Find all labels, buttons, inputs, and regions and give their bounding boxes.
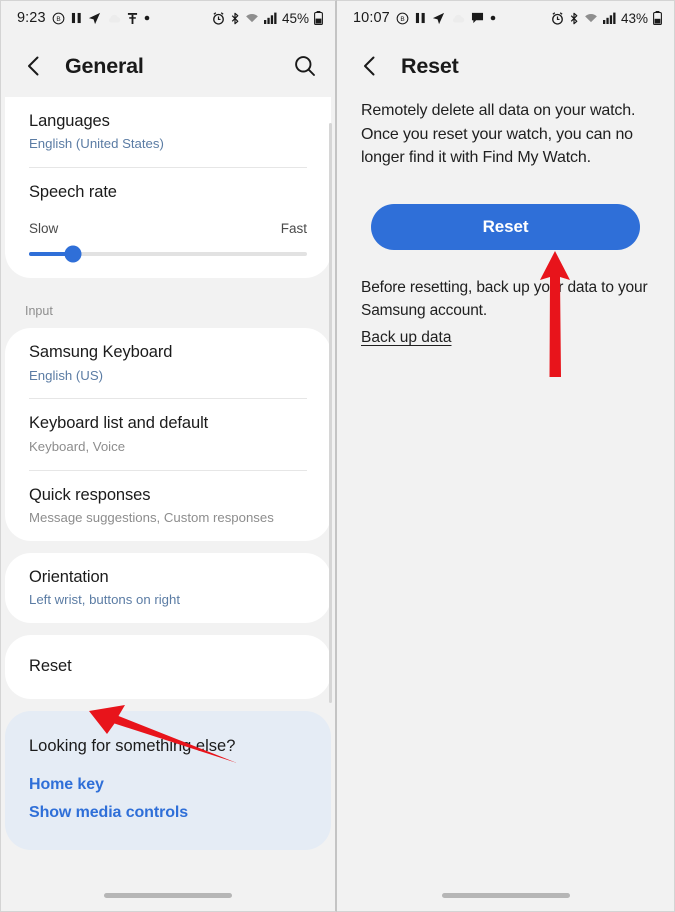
settings-scroll-area[interactable]: Languages English (United States) Speech… xyxy=(1,97,335,911)
message-icon xyxy=(471,12,484,24)
info-card-title: Looking for something else? xyxy=(29,736,236,755)
back-icon[interactable] xyxy=(357,53,383,79)
status-right-cluster: 45% xyxy=(212,11,323,26)
list-item-keyboard-list-and-default[interactable]: Keyboard list and default Keyboard, Voic… xyxy=(5,399,331,469)
dual-screenshot: 9:23 B 45% General Languages English (Un… xyxy=(0,0,675,912)
status-left-cluster: 9:23 B xyxy=(17,10,150,26)
battery-percent: 45% xyxy=(281,10,309,26)
slider-label-slow: Slow xyxy=(29,221,59,237)
list-item-title: Keyboard list and default xyxy=(29,414,209,433)
home-indicator xyxy=(441,893,570,898)
svg-text:B: B xyxy=(56,16,60,23)
back-up-data-link[interactable]: Back up data xyxy=(361,329,451,347)
list-item-title: Languages xyxy=(29,112,110,130)
list-item-title: Quick responses xyxy=(29,485,151,504)
navigation-icon xyxy=(432,12,445,25)
slider-thumb[interactable] xyxy=(64,245,82,263)
left-app-bar: General xyxy=(1,35,335,97)
link-home-key[interactable]: Home key xyxy=(29,776,307,794)
search-icon[interactable] xyxy=(293,54,317,78)
orientation-card: Orientation Left wrist, buttons on right xyxy=(5,552,331,623)
looking-for-something-else-card: Looking for something else? Home key Sho… xyxy=(5,710,331,850)
vertical-scrollbar[interactable] xyxy=(329,123,332,703)
list-item-reset[interactable]: Reset xyxy=(5,635,331,699)
reset-card: Reset xyxy=(5,634,331,699)
svg-text:B: B xyxy=(400,16,404,23)
list-item-title: Reset xyxy=(29,656,72,675)
left-phone-screen: 9:23 B 45% General Languages English (Un… xyxy=(0,0,337,912)
slider-end-labels: Slow Fast xyxy=(29,221,307,236)
status-right-cluster: 43% xyxy=(551,11,662,26)
battery-percent: 43% xyxy=(620,10,648,26)
back-icon[interactable] xyxy=(21,53,47,79)
page-title: General xyxy=(65,53,144,78)
bluetooth-icon xyxy=(230,12,240,25)
list-item-quick-responses[interactable]: Quick responses Message suggestions, Cus… xyxy=(5,471,331,541)
page-title: Reset xyxy=(401,53,459,78)
left-status-bar: 9:23 B 45% xyxy=(1,1,335,35)
list-item-title: Orientation xyxy=(29,567,109,586)
battery-icon xyxy=(653,11,662,25)
speech-rate-slider[interactable] xyxy=(29,245,307,263)
dnd-icon: B xyxy=(396,12,409,25)
speech-rate-slider-group: Slow Fast xyxy=(5,217,331,278)
section-header-input: Input xyxy=(25,304,53,319)
dot-icon xyxy=(490,15,496,21)
app-icon xyxy=(127,12,138,25)
list-item-samsung-keyboard[interactable]: Samsung Keyboard English (US) xyxy=(5,328,331,398)
alarm-icon xyxy=(212,11,225,25)
list-item-orientation[interactable]: Orientation Left wrist, buttons on right xyxy=(5,553,331,623)
list-item-subtitle: English (US) xyxy=(29,367,104,383)
list-item-speech-rate: Speech rate xyxy=(5,168,331,217)
reset-content: Remotely delete all data on your watch. … xyxy=(337,97,674,911)
link-show-media-controls[interactable]: Show media controls xyxy=(29,804,307,822)
signal-icon xyxy=(263,12,277,24)
input-settings-card: Samsung Keyboard English (US) Keyboard l… xyxy=(5,328,331,541)
dnd-icon: B xyxy=(52,12,65,25)
list-item-subtitle: Message suggestions, Custom responses xyxy=(29,509,274,525)
list-item-subtitle: English (United States) xyxy=(29,136,164,152)
list-item-title: Samsung Keyboard xyxy=(29,343,173,362)
home-indicator xyxy=(104,893,232,898)
status-left-cluster: 10:07 B xyxy=(353,10,496,26)
pause-icon xyxy=(71,12,82,24)
list-item-subtitle: Keyboard, Voice xyxy=(29,438,126,454)
wifi-icon xyxy=(245,12,259,24)
right-phone-screen: 10:07 B 43% Reset Remotely delete all da… xyxy=(337,0,675,912)
right-app-bar: Reset xyxy=(337,35,674,97)
pause-icon xyxy=(415,12,426,24)
status-time: 9:23 xyxy=(17,10,46,26)
dot-icon xyxy=(144,15,150,21)
battery-icon xyxy=(314,11,323,25)
right-status-bar: 10:07 B 43% xyxy=(337,1,674,35)
reset-button-wrap: Reset xyxy=(361,170,650,250)
cloud-icon xyxy=(451,13,465,24)
list-item-title: Speech rate xyxy=(29,183,117,202)
reset-description: Remotely delete all data on your watch. … xyxy=(361,102,636,167)
reset-button[interactable]: Reset xyxy=(371,203,640,250)
signal-icon xyxy=(602,12,616,24)
bluetooth-icon xyxy=(569,12,579,25)
alarm-icon xyxy=(551,11,564,25)
list-item-subtitle: Left wrist, buttons on right xyxy=(29,591,180,607)
general-settings-card: Languages English (United States) Speech… xyxy=(5,97,331,279)
cloud-icon xyxy=(107,13,121,24)
slider-label-fast: Fast xyxy=(280,221,307,237)
status-time: 10:07 xyxy=(353,10,390,26)
list-item-languages[interactable]: Languages English (United States) xyxy=(5,97,331,167)
backup-note: Before resetting, back up your data to y… xyxy=(361,278,648,319)
navigation-icon xyxy=(88,12,101,25)
wifi-icon xyxy=(584,12,598,24)
